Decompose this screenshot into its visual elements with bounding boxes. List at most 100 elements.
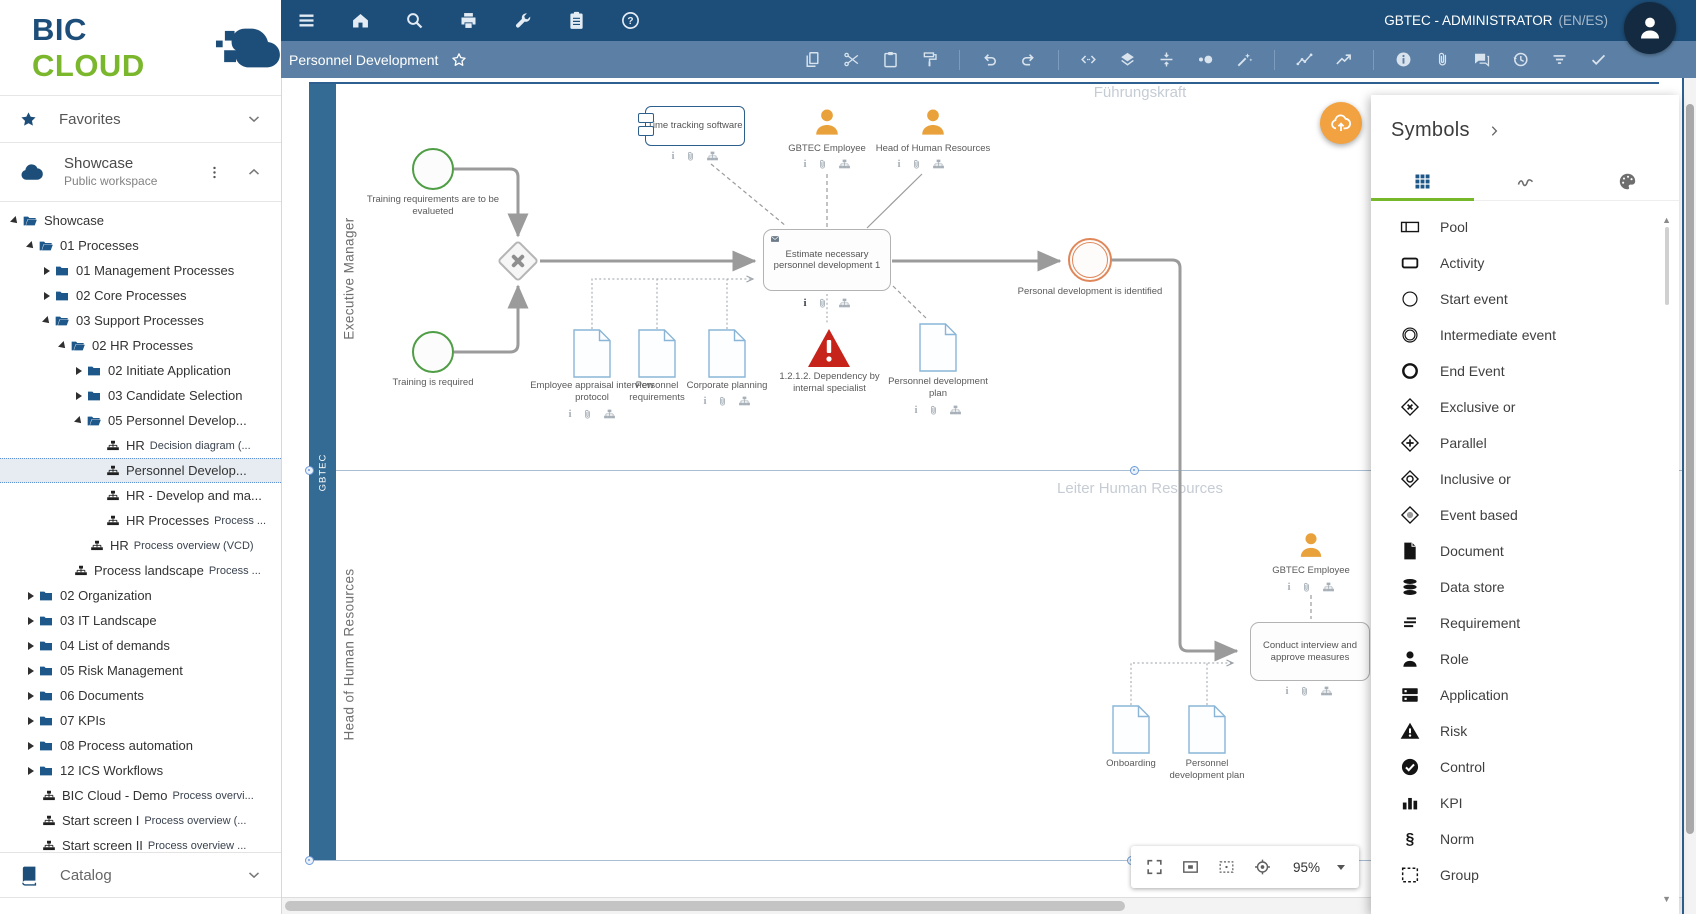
symbol-item-control[interactable]: Control <box>1371 749 1679 785</box>
favorites-section[interactable]: Favorites <box>0 96 281 143</box>
search-icon[interactable] <box>404 10 425 31</box>
assignment-marker-icon[interactable] <box>738 395 751 408</box>
assignment-marker-icon[interactable] <box>603 408 616 421</box>
tree-item-start-screen-i[interactable]: Start screen I Process overview (... <box>0 808 281 833</box>
info-marker-icon[interactable]: i <box>803 297 806 310</box>
tree-item-process-landscape[interactable]: Process landscape Process ... <box>0 558 281 583</box>
assignment-marker-icon[interactable] <box>838 158 851 171</box>
attachment-marker-icon[interactable] <box>716 395 729 408</box>
tree-item-07-kpis[interactable]: 07 KPIs <box>0 708 281 733</box>
info-marker-icon[interactable]: i <box>703 395 706 408</box>
assignment-marker-icon[interactable] <box>932 158 945 171</box>
kebab-menu-icon[interactable] <box>206 164 223 181</box>
caret-collapsed-icon[interactable] <box>44 266 50 275</box>
bpmn-application-time-tracking[interactable]: Time tracking software <box>638 106 745 146</box>
zoom-level[interactable]: 95% <box>1293 860 1320 875</box>
bpmn-intermediate-event-identified[interactable] <box>1068 238 1112 282</box>
print-icon[interactable] <box>458 10 479 31</box>
bpmn-document-requirements[interactable] <box>638 329 676 378</box>
chevron-down-icon[interactable] <box>245 110 263 128</box>
symbol-item-start[interactable]: Start event <box>1371 281 1679 317</box>
symbol-item-role[interactable]: Role <box>1371 641 1679 677</box>
home-icon[interactable] <box>350 10 371 31</box>
caret-collapsed-icon[interactable] <box>28 616 34 625</box>
attachment-marker-icon[interactable] <box>816 158 829 171</box>
scroll-down-icon[interactable]: ▼ <box>1662 894 1671 904</box>
bpmn-document-onboarding[interactable] <box>1112 705 1150 754</box>
fit-screen-icon[interactable] <box>1181 856 1200 878</box>
publish-upload-button[interactable] <box>1320 102 1362 144</box>
trend-up-icon[interactable] <box>1334 50 1353 69</box>
fullscreen-icon[interactable] <box>1145 856 1164 878</box>
tree-item-02-initiate-application[interactable]: 02 Initiate Application <box>0 358 281 383</box>
tree-item-03-support-processes[interactable]: 03 Support Processes <box>0 308 281 333</box>
tree-item-03-it-landscape[interactable]: 03 IT Landscape <box>0 608 281 633</box>
symbol-item-risk[interactable]: Risk <box>1371 713 1679 749</box>
chevron-up-icon[interactable] <box>245 163 263 181</box>
symbol-item-end[interactable]: End Event <box>1371 353 1679 389</box>
tree-item-start-screen-ii[interactable]: Start screen II Process overview ... <box>0 833 281 852</box>
caret-collapsed-icon[interactable] <box>28 666 34 675</box>
avatar[interactable] <box>1624 2 1676 54</box>
tree-item-hr[interactable]: HR Decision diagram (... <box>0 433 281 458</box>
check-icon[interactable] <box>1589 50 1608 69</box>
attachment-marker-icon[interactable] <box>910 158 923 171</box>
tree-item-bic-cloud-demo[interactable]: BIC Cloud - Demo Process overvi... <box>0 783 281 808</box>
caret-collapsed-icon[interactable] <box>28 641 34 650</box>
caret-collapsed-icon[interactable] <box>76 391 82 400</box>
attachment-marker-icon[interactable] <box>1300 581 1313 594</box>
zoom-dropdown-caret-icon[interactable] <box>1336 864 1345 870</box>
tree-item-showcase[interactable]: Showcase <box>0 208 281 233</box>
tab-shapes-grid[interactable] <box>1371 162 1474 200</box>
help-icon[interactable] <box>620 10 641 31</box>
bpmn-document-appraisal[interactable] <box>573 329 611 378</box>
symbol-item-group[interactable]: Group <box>1371 857 1679 893</box>
history-icon[interactable] <box>1511 50 1530 69</box>
symbol-item-datastore[interactable]: Data store <box>1371 569 1679 605</box>
assignment-marker-icon[interactable] <box>949 404 962 417</box>
info-marker-icon[interactable]: i <box>1285 685 1288 698</box>
tree-item-02-hr-processes[interactable]: 02 HR Processes <box>0 333 281 358</box>
info-marker-icon[interactable]: i <box>803 158 806 171</box>
bpmn-document-corporate-planning[interactable] <box>708 329 746 378</box>
info-marker-icon[interactable]: i <box>1287 581 1290 594</box>
reduce-icon[interactable] <box>1196 50 1215 69</box>
assignment-marker-icon[interactable] <box>706 150 719 163</box>
bpmn-activity-conduct-interview[interactable]: Conduct interview and approve measures <box>1250 622 1370 681</box>
favorite-star-icon[interactable] <box>450 51 468 69</box>
paste-icon[interactable] <box>881 50 900 69</box>
undo-icon[interactable] <box>980 50 999 69</box>
format-paint-icon[interactable] <box>920 50 939 69</box>
role-gbtec-employee-bottom-icon[interactable] <box>1294 528 1328 562</box>
symbol-item-activity[interactable]: Activity <box>1371 245 1679 281</box>
caret-collapsed-icon[interactable] <box>28 591 34 600</box>
vertical-scrollbar-thumb[interactable] <box>1686 104 1694 834</box>
symbol-item-xor[interactable]: Exclusive or <box>1371 389 1679 425</box>
tree-item-hr[interactable]: HR Process overview (VCD) <box>0 533 281 558</box>
attachment-marker-icon[interactable] <box>581 408 594 421</box>
tree-item-01-management-processes[interactable]: 01 Management Processes <box>0 258 281 283</box>
tree-item-12-ics-workflows[interactable]: 12 ICS Workflows <box>0 758 281 783</box>
menu-icon[interactable] <box>296 10 317 31</box>
tree-item-04-list-of-demands[interactable]: 04 List of demands <box>0 633 281 658</box>
caret-expanded-icon[interactable] <box>10 215 20 226</box>
assignment-marker-icon[interactable] <box>1322 581 1335 594</box>
symbol-item-pool[interactable]: Pool <box>1371 209 1679 245</box>
collapse-panel-chevron-icon[interactable] <box>1486 123 1502 139</box>
bpmn-start-event-1[interactable] <box>412 148 454 190</box>
horizontal-scrollbar-thumb[interactable] <box>285 901 1125 911</box>
vertical-scrollbar[interactable] <box>1682 78 1696 914</box>
layers-icon[interactable] <box>1118 50 1137 69</box>
panel-scrollbar-thumb[interactable] <box>1665 227 1669 305</box>
cut-icon[interactable] <box>842 50 861 69</box>
comment-icon[interactable] <box>1472 50 1491 69</box>
catalog-section[interactable]: Catalog <box>0 852 281 898</box>
symbol-item-eventbased[interactable]: Event based <box>1371 497 1679 533</box>
align-vertical-icon[interactable] <box>1157 50 1176 69</box>
tasks-icon[interactable] <box>566 10 587 31</box>
bpmn-document-dev-plan[interactable] <box>919 323 957 372</box>
tools-icon[interactable] <box>512 10 533 31</box>
workspace-header[interactable]: Showcase Public workspace <box>0 143 281 202</box>
caret-collapsed-icon[interactable] <box>28 741 34 750</box>
magic-wand-icon[interactable] <box>1235 50 1254 69</box>
